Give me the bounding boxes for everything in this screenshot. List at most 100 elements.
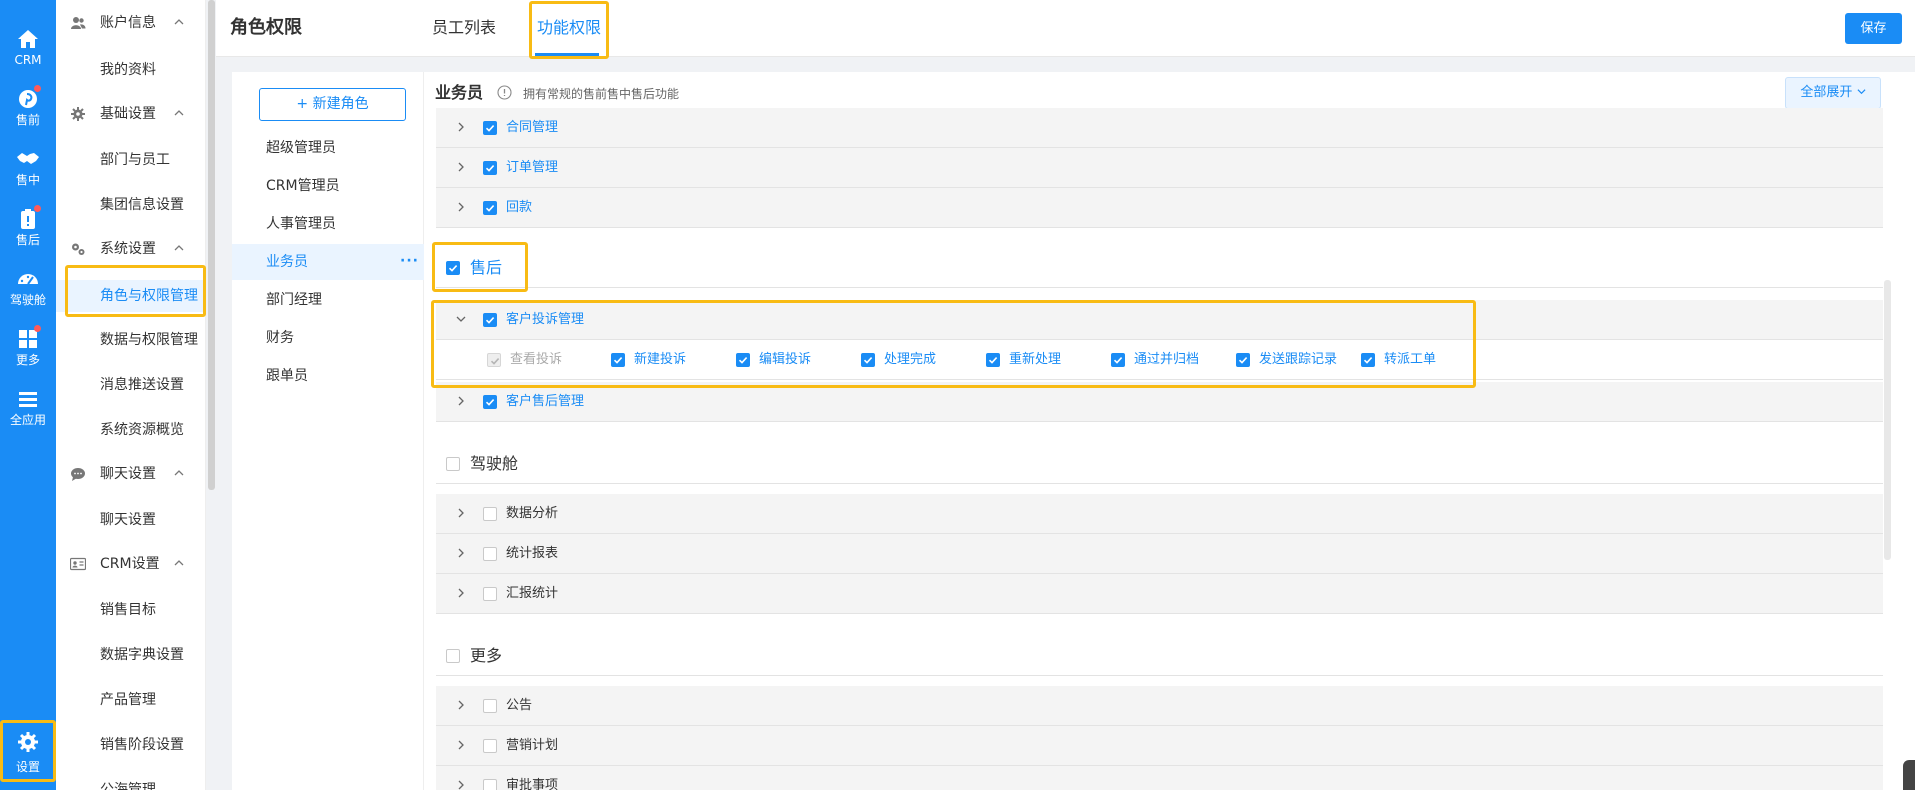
sidebar-item-product-management[interactable]: 产品管理	[56, 685, 205, 715]
sidebar-item-role-permission[interactable]: 角色与权限管理	[56, 280, 205, 312]
checkbox[interactable]	[483, 739, 497, 753]
sidebar-item-data-permission[interactable]: 数据与权限管理	[56, 325, 205, 355]
checkbox[interactable]	[1111, 353, 1125, 367]
module-row[interactable]: 统计报表	[436, 534, 1883, 574]
checkbox[interactable]	[483, 547, 497, 561]
badge-dot	[34, 85, 41, 92]
sidebar-item-resource-overview[interactable]: 系统资源概览	[56, 415, 205, 445]
section-header[interactable]: 驾驶舱	[436, 444, 1883, 484]
sidebar-item-chat-settings[interactable]: 聊天设置	[56, 505, 205, 535]
sidebar-group-account[interactable]: 账户信息	[56, 8, 205, 38]
sidebar-group-system[interactable]: 系统设置	[56, 234, 205, 264]
role-label: 部门经理	[266, 292, 322, 308]
chevron-right-icon[interactable]	[456, 396, 466, 406]
checkbox[interactable]	[446, 457, 460, 471]
sidebar-group-basic[interactable]: 基础设置	[56, 99, 205, 129]
checkbox[interactable]	[483, 161, 497, 175]
nav-item-aftersale[interactable]: 售后	[0, 198, 56, 254]
nav-label: 全应用	[9, 413, 46, 427]
sidebar-item-group-info[interactable]: 集团信息设置	[56, 190, 205, 220]
sidebar-item-dept-staff[interactable]: 部门与员工	[56, 145, 205, 175]
section-header[interactable]: 售后	[436, 248, 1883, 288]
sidebar-item-sales-target[interactable]: 销售目标	[56, 595, 205, 625]
chevron-right-icon[interactable]	[456, 700, 466, 710]
nav-item-all-apps[interactable]: 全应用	[0, 378, 56, 434]
module-label: 合同管理	[506, 120, 559, 135]
nav-item-presale[interactable]: 售前	[0, 78, 56, 134]
new-role-button[interactable]: + 新建角色	[259, 88, 406, 121]
sidebar-item-data-dictionary[interactable]: 数据字典设置	[56, 640, 205, 670]
role-item-crm-admin[interactable]: CRM管理员	[232, 168, 424, 204]
sidebar-group-crm[interactable]: CRM设置	[56, 549, 205, 579]
module-row[interactable]: 营销计划	[436, 726, 1883, 766]
expand-all-button[interactable]: 全部展开	[1785, 77, 1881, 109]
module-row[interactable]: 客户售后管理	[436, 382, 1883, 422]
sidebar-item-label: 数据字典设置	[100, 647, 184, 663]
role-item-dept-manager[interactable]: 部门经理	[232, 282, 424, 318]
tab-function-permission[interactable]: 功能权限	[537, 16, 601, 40]
checkbox[interactable]	[483, 121, 497, 135]
checkbox[interactable]	[1361, 353, 1375, 367]
module-row[interactable]: 汇报统计	[436, 574, 1883, 614]
module-row[interactable]: 回款	[436, 188, 1883, 228]
checkbox[interactable]	[1236, 353, 1250, 367]
checkbox[interactable]	[483, 313, 497, 327]
nav-item-insale[interactable]: 售中	[0, 138, 56, 194]
ellipsis-icon[interactable]: ···	[400, 253, 419, 269]
module-row[interactable]: 数据分析	[436, 494, 1883, 534]
nav-item-settings[interactable]: 设置	[0, 720, 56, 782]
chevron-down-icon[interactable]	[456, 314, 466, 324]
chevron-right-icon[interactable]	[456, 202, 466, 212]
checkbox[interactable]	[483, 395, 497, 409]
module-label: 客户售后管理	[506, 394, 585, 409]
chevron-right-icon[interactable]	[456, 122, 466, 132]
sidebar-item-push-settings[interactable]: 消息推送设置	[56, 370, 205, 400]
chevron-right-icon[interactable]	[456, 780, 466, 790]
module-label: 客户投诉管理	[506, 312, 585, 327]
nav-item-cockpit[interactable]: 驾驶舱	[0, 258, 56, 314]
checkbox[interactable]	[611, 353, 625, 367]
home-icon	[18, 30, 38, 48]
role-item-salesperson[interactable]: 业务员 ···	[232, 244, 424, 280]
checkbox[interactable]	[483, 699, 497, 713]
tab-employee-list[interactable]: 员工列表	[432, 16, 496, 40]
module-row[interactable]: 订单管理	[436, 148, 1883, 188]
checkbox[interactable]	[483, 507, 497, 521]
chevron-right-icon[interactable]	[456, 548, 466, 558]
chevron-right-icon[interactable]	[456, 740, 466, 750]
chevron-right-icon[interactable]	[456, 508, 466, 518]
permission-scrollbar[interactable]	[1884, 280, 1891, 560]
chevron-up-icon	[174, 245, 184, 251]
section-label: 售后	[470, 258, 503, 277]
role-item-super-admin[interactable]: 超级管理员	[232, 130, 424, 166]
checkbox[interactable]	[483, 587, 497, 601]
module-row[interactable]: 审批事项	[436, 766, 1883, 790]
sidebar-item-my-profile[interactable]: 我的资料	[56, 55, 205, 85]
module-row[interactable]: 合同管理	[436, 108, 1883, 148]
sidebar-group-chat[interactable]: 聊天设置	[56, 459, 205, 489]
checkbox[interactable]	[446, 261, 460, 275]
role-item-finance[interactable]: 财务	[232, 320, 424, 356]
nav-item-more[interactable]: 更多	[0, 318, 56, 374]
sidebar-item-sales-stage[interactable]: 销售阶段设置	[56, 730, 205, 760]
sub-permission-label: 处理完成	[884, 352, 937, 367]
module-row[interactable]: 公告	[436, 686, 1883, 726]
save-button[interactable]: 保存	[1845, 13, 1902, 44]
chevron-right-icon[interactable]	[456, 162, 466, 172]
section-header[interactable]: 更多	[436, 636, 1883, 676]
checkbox[interactable]	[861, 353, 875, 367]
sidebar-item-public-pool[interactable]: 公海管理	[56, 775, 205, 790]
chevron-right-icon[interactable]	[456, 588, 466, 598]
checkbox[interactable]	[483, 201, 497, 215]
nav-item-crm[interactable]: CRM	[0, 18, 56, 74]
role-item-order-follower[interactable]: 跟单员	[232, 358, 424, 394]
checkbox[interactable]	[446, 649, 460, 663]
checkbox[interactable]	[483, 779, 497, 790]
role-item-hr-admin[interactable]: 人事管理员	[232, 206, 424, 242]
module-row[interactable]: 客户投诉管理	[436, 300, 1883, 340]
checkbox[interactable]	[736, 353, 750, 367]
role-title: 业务员	[435, 83, 484, 102]
sub-permission-label: 重新处理	[1009, 352, 1062, 367]
sidebar-scrollbar[interactable]	[208, 0, 215, 490]
checkbox[interactable]	[986, 353, 1000, 367]
